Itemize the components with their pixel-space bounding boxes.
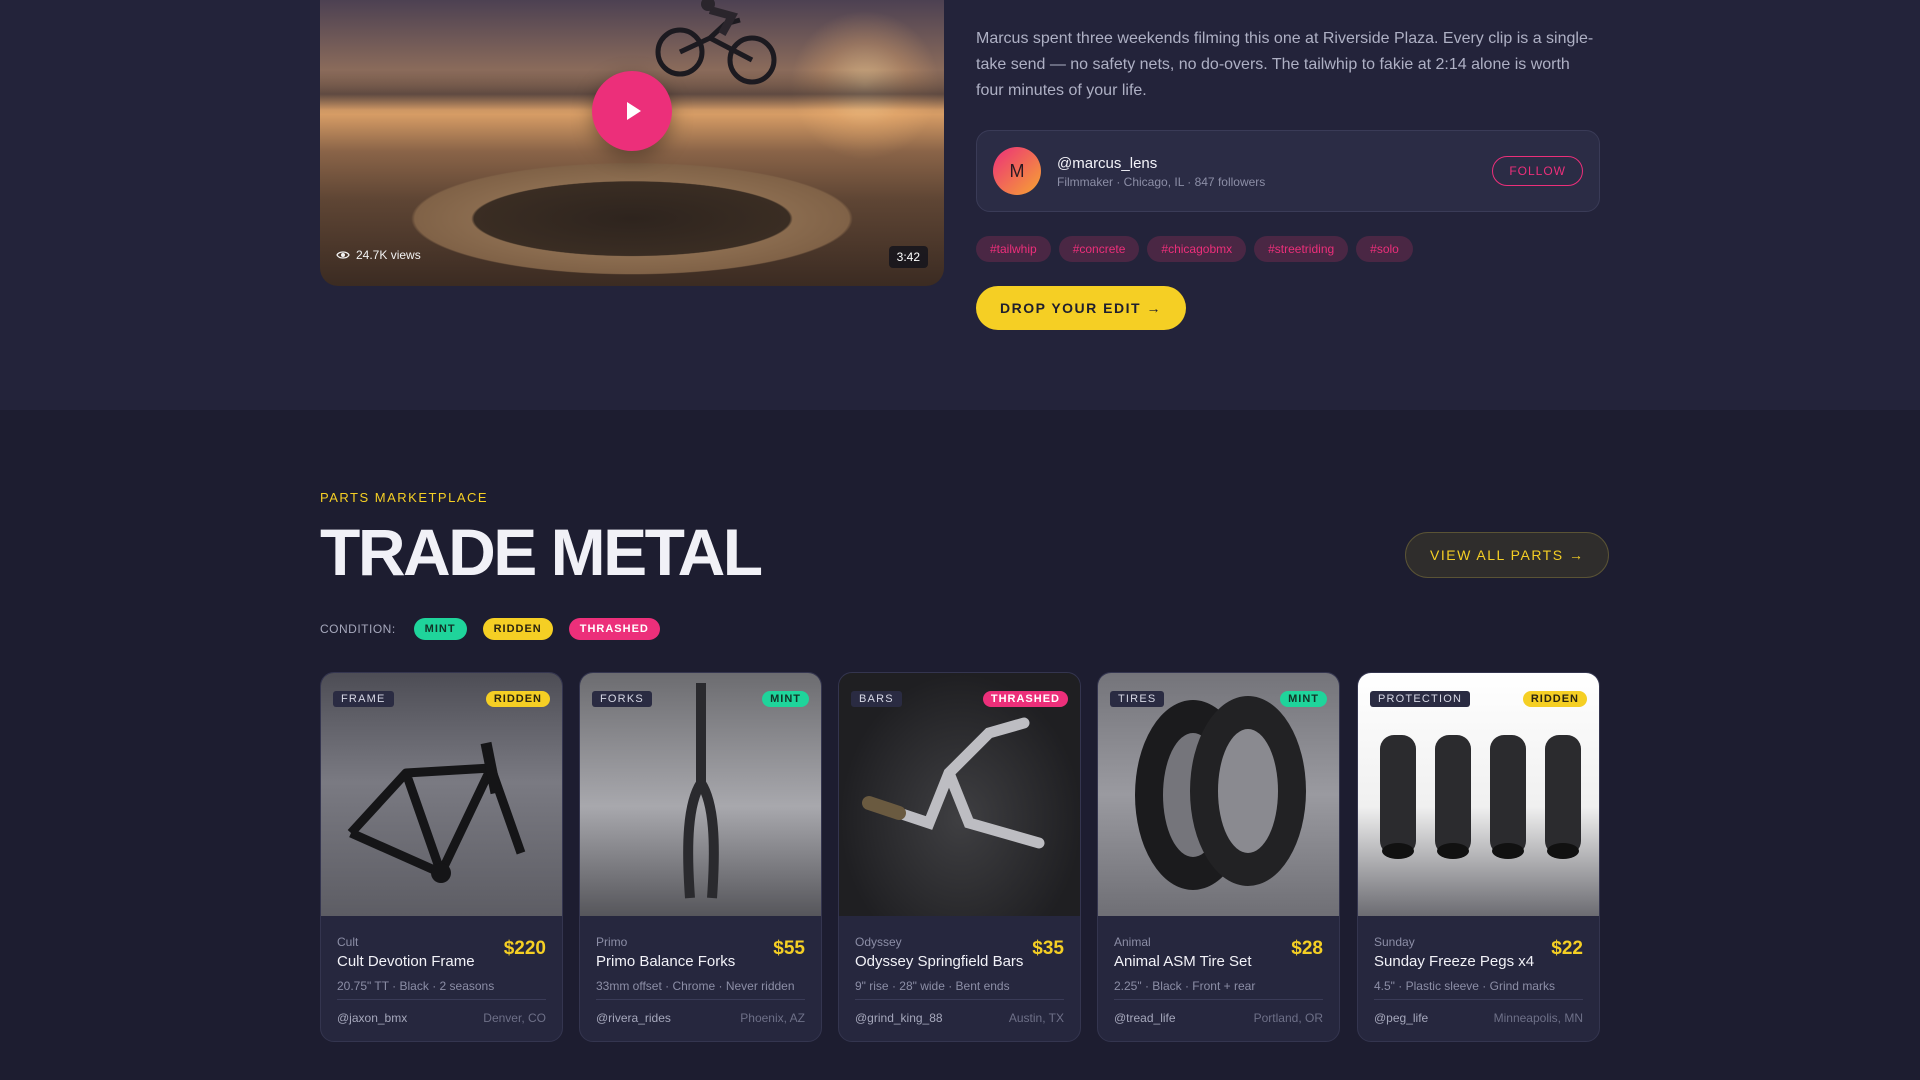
divider (337, 999, 546, 1000)
category-tag: PROTECTION (1370, 691, 1471, 707)
filter-mint[interactable]: MINT (413, 618, 467, 640)
product-brand: Primo (596, 935, 628, 949)
divider (1114, 999, 1323, 1000)
filter-ridden[interactable]: RIDDEN (482, 618, 553, 640)
product-price: $220 (503, 938, 546, 959)
category-tag: BARS (851, 691, 902, 707)
view-count-text: 24.7K views (356, 248, 421, 262)
seller-location: Portland, OR (1253, 1011, 1323, 1025)
hashtag-list: #tailwhip #concrete #chicagobmx #streetr… (976, 236, 1413, 262)
product-price: $35 (1032, 938, 1064, 959)
hashtag-chip[interactable]: #tailwhip (976, 236, 1051, 262)
section-title: TRADE METAL (320, 515, 763, 589)
product-card[interactable]: TIRES MINT Animal Animal ASM Tire Set $2… (1097, 672, 1340, 1042)
product-grid: FRAME RIDDEN Cult Cult Devotion Frame $2… (320, 672, 1600, 1042)
seller-handle[interactable]: @jaxon_bmx (337, 1011, 407, 1025)
tires-illustration (1135, 696, 1306, 890)
seller-location: Austin, TX (1008, 1011, 1064, 1025)
product-brand: Sunday (1374, 935, 1415, 949)
product-name[interactable]: Animal ASM Tire Set (1114, 953, 1252, 970)
product-image (1098, 673, 1339, 916)
forks-illustration (683, 683, 719, 899)
product-price: $22 (1551, 938, 1583, 959)
hashtag-chip[interactable]: #streetriding (1254, 236, 1349, 262)
product-brand: Cult (337, 935, 359, 949)
seller-handle[interactable]: @grind_king_88 (855, 1011, 943, 1025)
filter-thrashed[interactable]: THRASHED (568, 618, 660, 640)
bars-illustration (862, 717, 1045, 849)
creator-meta: Filmmaker · Chicago, IL · 847 followers (1057, 175, 1266, 189)
seller-handle[interactable]: @tread_life (1114, 1011, 1176, 1025)
drop-your-edit-button[interactable]: DROP YOUR EDIT → (976, 286, 1186, 330)
product-price: $28 (1291, 938, 1323, 959)
product-name[interactable]: Sunday Freeze Pegs x4 (1374, 953, 1534, 970)
condition-badge: MINT (1280, 691, 1327, 707)
view-count: 24.7K views (336, 248, 421, 262)
product-specs: 9" rise · 28" wide · Bent ends (855, 979, 1010, 993)
frame-illustration (347, 741, 526, 883)
view-all-parts-button[interactable]: VIEW ALL PARTS → (1405, 532, 1610, 578)
seller-handle[interactable]: @rivera_rides (596, 1011, 671, 1025)
condition-filter: CONDITION: MINT RIDDEN THRASHED (320, 618, 660, 640)
category-tag: FORKS (592, 691, 652, 707)
follow-button[interactable]: FOLLOW (1492, 156, 1583, 186)
product-brand: Odyssey (855, 935, 902, 949)
product-brand: Animal (1114, 935, 1151, 949)
hashtag-chip[interactable]: #concrete (1058, 236, 1140, 262)
product-price: $55 (773, 938, 805, 959)
play-button[interactable] (592, 71, 672, 151)
avatar[interactable]: M (993, 147, 1041, 195)
product-image (1358, 673, 1599, 916)
rider-silhouette (655, 0, 777, 85)
product-image (580, 673, 821, 916)
product-specs: 4.5" · Plastic sleeve · Grind marks (1374, 979, 1555, 993)
video-duration: 3:42 (888, 246, 928, 268)
seller-handle[interactable]: @peg_life (1374, 1011, 1428, 1025)
seller-location: Phoenix, AZ (740, 1011, 805, 1025)
hashtag-chip[interactable]: #chicagobmx (1147, 236, 1247, 262)
product-name[interactable]: Cult Devotion Frame (337, 953, 475, 970)
divider (1374, 999, 1583, 1000)
product-specs: 33mm offset · Chrome · Never ridden (596, 979, 795, 993)
divider (855, 999, 1064, 1000)
pegs-illustration (1380, 735, 1581, 859)
product-image (839, 673, 1080, 916)
play-icon (627, 102, 641, 120)
eye-icon (336, 251, 350, 259)
edit-description: Marcus spent three weekends filming this… (976, 30, 1594, 99)
product-image (321, 673, 562, 916)
creator-card: M @marcus_lens Filmmaker · Chicago, IL ·… (976, 130, 1600, 212)
product-name[interactable]: Odyssey Springfield Bars (855, 953, 1023, 970)
condition-badge: MINT (762, 691, 809, 707)
condition-badge: RIDDEN (1522, 691, 1587, 707)
condition-badge: THRASHED (982, 691, 1068, 707)
seller-location: Denver, CO (483, 1011, 546, 1025)
divider (596, 999, 805, 1000)
parts-marketplace-section: PARTS MARKETPLACE TRADE METAL VIEW ALL P… (0, 410, 1920, 1080)
product-name[interactable]: Primo Balance Forks (596, 953, 735, 970)
hashtag-chip[interactable]: #solo (1356, 236, 1413, 262)
product-specs: 20.75" TT · Black · 2 seasons (337, 979, 495, 993)
section-eyebrow: PARTS MARKETPLACE (320, 490, 489, 505)
product-card[interactable]: BARS THRASHED Odyssey Odyssey Springfiel… (838, 672, 1081, 1042)
product-card[interactable]: FORKS MINT Primo Primo Balance Forks $55… (579, 672, 822, 1042)
condition-label: CONDITION: (320, 622, 396, 636)
product-specs: 2.25" · Black · Front + rear (1114, 979, 1256, 993)
product-card[interactable]: PROTECTION RIDDEN Sunday Sunday Freeze P… (1357, 672, 1600, 1042)
video-player[interactable]: 24.7K views 3:42 (320, 0, 944, 286)
category-tag: FRAME (333, 691, 394, 707)
seller-location: Minneapolis, MN (1493, 1011, 1583, 1025)
featured-edit-section: 24.7K views 3:42 Marcus spent three week… (0, 0, 1920, 410)
category-tag: TIRES (1110, 691, 1165, 707)
creator-handle[interactable]: @marcus_lens (1057, 155, 1157, 172)
product-card[interactable]: FRAME RIDDEN Cult Cult Devotion Frame $2… (320, 672, 563, 1042)
condition-badge: RIDDEN (485, 691, 550, 707)
